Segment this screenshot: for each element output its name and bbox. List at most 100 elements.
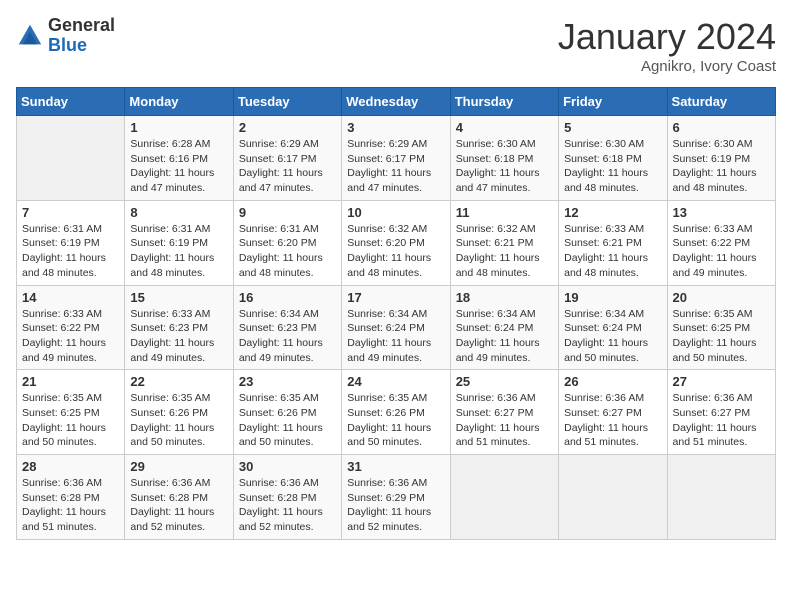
- day-info: Sunrise: 6:29 AMSunset: 6:17 PMDaylight:…: [239, 137, 336, 196]
- calendar-cell: 6Sunrise: 6:30 AMSunset: 6:19 PMDaylight…: [667, 116, 775, 201]
- day-number: 18: [456, 290, 553, 305]
- calendar-cell: [450, 455, 558, 540]
- day-info: Sunrise: 6:36 AMSunset: 6:28 PMDaylight:…: [22, 476, 119, 535]
- logo-icon: [16, 22, 44, 50]
- day-info: Sunrise: 6:31 AMSunset: 6:19 PMDaylight:…: [130, 222, 227, 281]
- calendar-cell: 31 Sunrise: 6:36 AMSunset: 6:29 PMDayligh…: [342, 455, 450, 540]
- day-info: Sunrise: 6:32 AMSunset: 6:20 PMDaylight:…: [347, 222, 444, 281]
- calendar-cell: 26 Sunrise: 6:36 AMSunset: 6:27 PMDayligh…: [559, 370, 667, 455]
- logo: General Blue: [16, 16, 115, 56]
- calendar-week-row: 21 Sunrise: 6:35 AMSunset: 6:25 PMDayligh…: [17, 370, 776, 455]
- calendar-cell: 5 Sunrise: 6:30 AMSunset: 6:18 PMDaylight…: [559, 116, 667, 201]
- day-info: Sunrise: 6:33 AMSunset: 6:21 PMDaylight:…: [564, 222, 661, 281]
- calendar-week-row: 14 Sunrise: 6:33 AMSunset: 6:22 PMDayligh…: [17, 285, 776, 370]
- day-number: 15: [130, 290, 227, 305]
- logo-blue-text: Blue: [48, 36, 115, 56]
- day-info: Sunrise: 6:32 AMSunset: 6:21 PMDaylight:…: [456, 222, 553, 281]
- day-info: Sunrise: 6:36 AMSunset: 6:27 PMDaylight:…: [673, 391, 770, 450]
- calendar-cell: 14 Sunrise: 6:33 AMSunset: 6:22 PMDayligh…: [17, 285, 125, 370]
- day-info: Sunrise: 6:30 AMSunset: 6:18 PMDaylight:…: [564, 137, 661, 196]
- day-info: Sunrise: 6:36 AMSunset: 6:28 PMDaylight:…: [130, 476, 227, 535]
- calendar-cell: 28 Sunrise: 6:36 AMSunset: 6:28 PMDayligh…: [17, 455, 125, 540]
- calendar-cell: 24Sunrise: 6:35 AMSunset: 6:26 PMDayligh…: [342, 370, 450, 455]
- day-number: 17: [347, 290, 444, 305]
- day-header-monday: Monday: [125, 88, 233, 116]
- calendar-cell: 8 Sunrise: 6:31 AMSunset: 6:19 PMDaylight…: [125, 200, 233, 285]
- day-number: 9: [239, 205, 336, 220]
- calendar-cell: 13 Sunrise: 6:33 AMSunset: 6:22 PMDayligh…: [667, 200, 775, 285]
- calendar-cell: 10Sunrise: 6:32 AMSunset: 6:20 PMDayligh…: [342, 200, 450, 285]
- day-info: Sunrise: 6:34 AMSunset: 6:23 PMDaylight:…: [239, 307, 336, 366]
- calendar-table: SundayMondayTuesdayWednesdayThursdayFrid…: [16, 87, 776, 540]
- day-number: 4: [456, 120, 553, 135]
- calendar-cell: [667, 455, 775, 540]
- day-info: Sunrise: 6:35 AMSunset: 6:26 PMDaylight:…: [239, 391, 336, 450]
- calendar-cell: 18Sunrise: 6:34 AMSunset: 6:24 PMDayligh…: [450, 285, 558, 370]
- calendar-cell: 21 Sunrise: 6:35 AMSunset: 6:25 PMDayligh…: [17, 370, 125, 455]
- day-number: 13: [673, 205, 770, 220]
- day-number: 26: [564, 374, 661, 389]
- calendar-cell: 7 Sunrise: 6:31 AMSunset: 6:19 PMDaylight…: [17, 200, 125, 285]
- day-info: Sunrise: 6:33 AMSunset: 6:22 PMDaylight:…: [673, 222, 770, 281]
- day-info: Sunrise: 6:36 AMSunset: 6:27 PMDaylight:…: [564, 391, 661, 450]
- day-header-tuesday: Tuesday: [233, 88, 341, 116]
- calendar-cell: 20 Sunrise: 6:35 AMSunset: 6:25 PMDayligh…: [667, 285, 775, 370]
- day-info: Sunrise: 6:31 AMSunset: 6:19 PMDaylight:…: [22, 222, 119, 281]
- day-number: 14: [22, 290, 119, 305]
- calendar-week-row: 7 Sunrise: 6:31 AMSunset: 6:19 PMDaylight…: [17, 200, 776, 285]
- day-number: 2: [239, 120, 336, 135]
- day-info: Sunrise: 6:31 AMSunset: 6:20 PMDaylight:…: [239, 222, 336, 281]
- day-number: 7: [22, 205, 119, 220]
- page-header: General Blue January 2024 Agnikro, Ivory…: [16, 16, 776, 75]
- location-subtitle: Agnikro, Ivory Coast: [558, 58, 776, 75]
- calendar-cell: 4 Sunrise: 6:30 AMSunset: 6:18 PMDaylight…: [450, 116, 558, 201]
- day-info: Sunrise: 6:33 AMSunset: 6:23 PMDaylight:…: [130, 307, 227, 366]
- day-number: 24: [347, 374, 444, 389]
- day-info: Sunrise: 6:29 AMSunset: 6:17 PMDaylight:…: [347, 137, 444, 196]
- day-header-saturday: Saturday: [667, 88, 775, 116]
- day-number: 11: [456, 205, 553, 220]
- calendar-cell: 27 Sunrise: 6:36 AMSunset: 6:27 PMDayligh…: [667, 370, 775, 455]
- day-header-sunday: Sunday: [17, 88, 125, 116]
- day-number: 20: [673, 290, 770, 305]
- day-number: 30: [239, 459, 336, 474]
- month-title: January 2024: [558, 16, 776, 58]
- calendar-cell: 17Sunrise: 6:34 AMSunset: 6:24 PMDayligh…: [342, 285, 450, 370]
- day-header-thursday: Thursday: [450, 88, 558, 116]
- day-number: 5: [564, 120, 661, 135]
- day-number: 12: [564, 205, 661, 220]
- day-info: Sunrise: 6:35 AMSunset: 6:25 PMDaylight:…: [673, 307, 770, 366]
- logo-general-text: General: [48, 16, 115, 36]
- title-section: January 2024 Agnikro, Ivory Coast: [558, 16, 776, 75]
- calendar-cell: 16 Sunrise: 6:34 AMSunset: 6:23 PMDayligh…: [233, 285, 341, 370]
- calendar-cell: 11 Sunrise: 6:32 AMSunset: 6:21 PMDayligh…: [450, 200, 558, 285]
- calendar-cell: 30Sunrise: 6:36 AMSunset: 6:28 PMDayligh…: [233, 455, 341, 540]
- calendar-cell: 22Sunrise: 6:35 AMSunset: 6:26 PMDayligh…: [125, 370, 233, 455]
- calendar-cell: 15 Sunrise: 6:33 AMSunset: 6:23 PMDayligh…: [125, 285, 233, 370]
- day-info: Sunrise: 6:35 AMSunset: 6:25 PMDaylight:…: [22, 391, 119, 450]
- calendar-cell: 1Sunrise: 6:28 AMSunset: 6:16 PMDaylight…: [125, 116, 233, 201]
- calendar-cell: [17, 116, 125, 201]
- day-info: Sunrise: 6:34 AMSunset: 6:24 PMDaylight:…: [564, 307, 661, 366]
- day-number: 27: [673, 374, 770, 389]
- day-header-wednesday: Wednesday: [342, 88, 450, 116]
- day-number: 21: [22, 374, 119, 389]
- calendar-week-row: 28 Sunrise: 6:36 AMSunset: 6:28 PMDayligh…: [17, 455, 776, 540]
- calendar-cell: 23Sunrise: 6:35 AMSunset: 6:26 PMDayligh…: [233, 370, 341, 455]
- day-info: Sunrise: 6:33 AMSunset: 6:22 PMDaylight:…: [22, 307, 119, 366]
- calendar-cell: 19Sunrise: 6:34 AMSunset: 6:24 PMDayligh…: [559, 285, 667, 370]
- calendar-week-row: 1Sunrise: 6:28 AMSunset: 6:16 PMDaylight…: [17, 116, 776, 201]
- calendar-cell: 29Sunrise: 6:36 AMSunset: 6:28 PMDayligh…: [125, 455, 233, 540]
- day-number: 3: [347, 120, 444, 135]
- day-number: 16: [239, 290, 336, 305]
- day-number: 31: [347, 459, 444, 474]
- day-info: Sunrise: 6:30 AMSunset: 6:18 PMDaylight:…: [456, 137, 553, 196]
- calendar-cell: 25Sunrise: 6:36 AMSunset: 6:27 PMDayligh…: [450, 370, 558, 455]
- day-info: Sunrise: 6:36 AMSunset: 6:29 PMDaylight:…: [347, 476, 444, 535]
- day-info: Sunrise: 6:30 AMSunset: 6:19 PMDaylight:…: [673, 137, 770, 196]
- day-number: 28: [22, 459, 119, 474]
- calendar-cell: 2 Sunrise: 6:29 AMSunset: 6:17 PMDaylight…: [233, 116, 341, 201]
- calendar-cell: 12 Sunrise: 6:33 AMSunset: 6:21 PMDayligh…: [559, 200, 667, 285]
- day-info: Sunrise: 6:35 AMSunset: 6:26 PMDaylight:…: [130, 391, 227, 450]
- day-number: 8: [130, 205, 227, 220]
